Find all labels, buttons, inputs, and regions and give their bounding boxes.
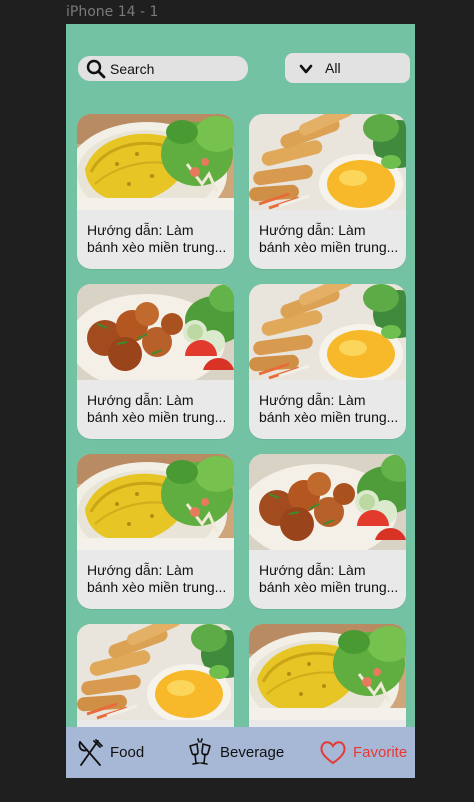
search-icon <box>86 59 106 79</box>
recipe-title: Hướng dẫn: Làm bánh xèo miền trung... <box>87 392 227 425</box>
heart-icon <box>319 738 347 768</box>
recipe-image <box>77 624 234 720</box>
tab-beverage-label: Beverage <box>220 744 285 761</box>
recipe-image <box>249 284 406 380</box>
recipe-card[interactable]: Hướng dẫn: Làm bánh xèo miền trung... <box>249 454 406 609</box>
recipe-card[interactable]: Hướng dẫn: Làm bánh xèo miền trung... <box>249 284 406 439</box>
recipe-image <box>77 114 234 210</box>
recipe-title: Hướng dẫn: Làm bánh xèo miền trung... <box>259 392 399 425</box>
recipe-image <box>249 624 406 720</box>
frame-label: iPhone 14 - 1 <box>66 4 159 20</box>
bottom-tab-bar: Food Beverage Favorite <box>66 727 415 778</box>
phone-screen: Search All Hướng dẫn: Làm bánh xèo miền … <box>66 24 415 778</box>
search-label: Search <box>110 60 155 77</box>
tab-food[interactable]: Food <box>76 727 144 778</box>
search-bar[interactable]: Search <box>78 56 248 81</box>
recipe-card[interactable]: Hướng dẫn: Làm bánh xèo miền trung... <box>77 114 234 269</box>
recipe-image <box>249 454 406 550</box>
tab-favorite[interactable]: Favorite <box>319 727 407 778</box>
recipe-title: Hướng dẫn: Làm bánh xèo miền trung... <box>259 562 399 595</box>
recipe-card[interactable]: Hướng dẫn: Làm bánh xèo miền trung... <box>77 454 234 609</box>
filter-label: All <box>325 60 341 76</box>
fork-knife-icon <box>76 738 104 768</box>
category-filter-dropdown[interactable]: All <box>285 53 410 83</box>
recipe-title: Hướng dẫn: Làm bánh xèo miền trung... <box>87 562 227 595</box>
recipe-card[interactable]: Hướng dẫn: Làm bánh xèo miền trung... <box>249 114 406 269</box>
recipe-title: Hướng dẫn: Làm bánh xèo miền trung... <box>259 222 399 255</box>
glasses-cheers-icon <box>186 737 214 768</box>
recipe-title: Hướng dẫn: Làm bánh xèo miền trung... <box>87 222 227 255</box>
recipe-card[interactable]: Hướng dẫn: Làm bánh xèo miền trung... <box>77 284 234 439</box>
recipe-image <box>77 454 234 550</box>
tab-favorite-label: Favorite <box>353 744 408 761</box>
recipe-image <box>249 114 406 210</box>
chevron-down-icon <box>299 62 313 74</box>
tab-beverage[interactable]: Beverage <box>186 727 284 778</box>
tab-food-label: Food <box>110 744 145 761</box>
recipe-image <box>77 284 234 380</box>
